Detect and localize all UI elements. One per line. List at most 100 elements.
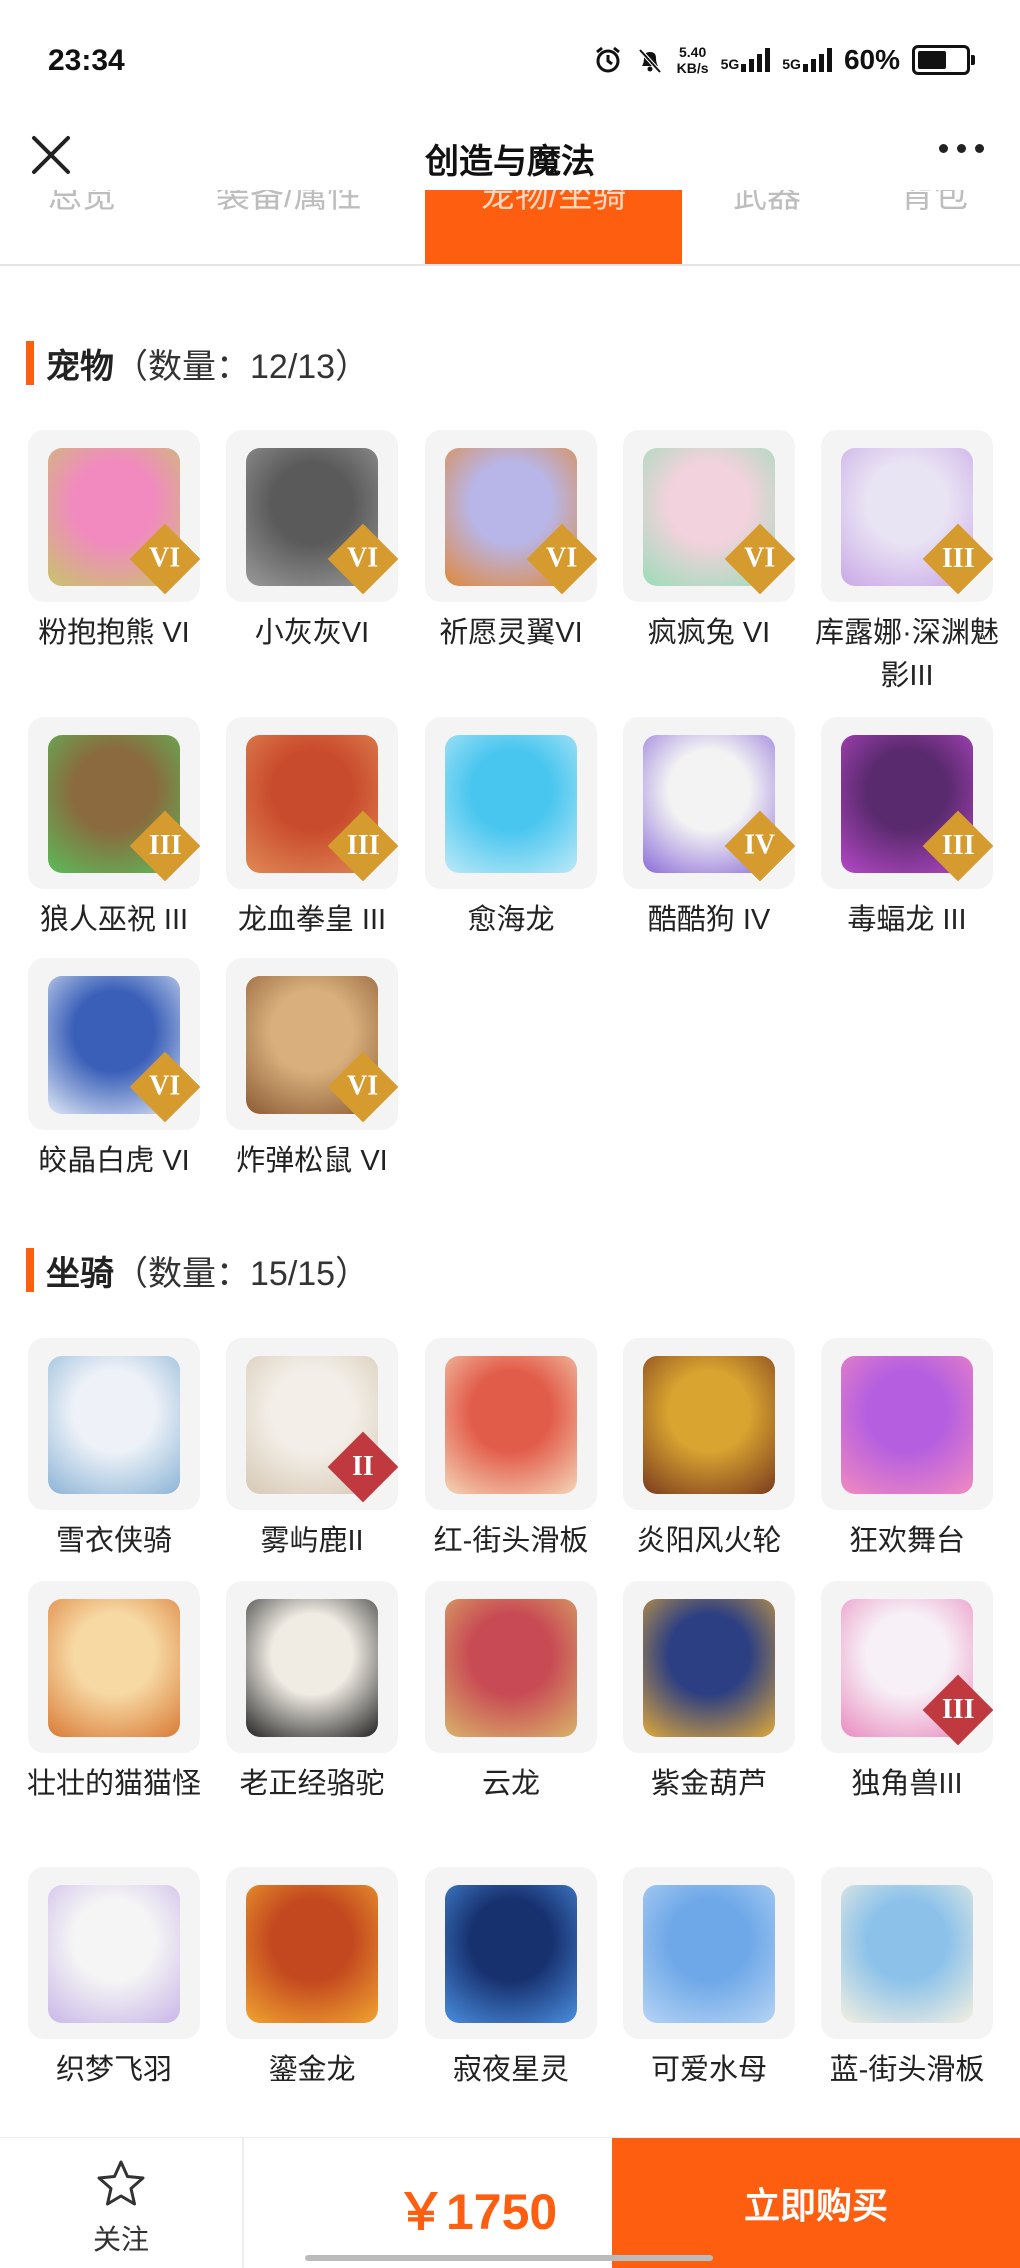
item-thumbnail	[28, 1581, 200, 1753]
item-thumbnail	[623, 1338, 795, 1510]
item-thumbnail	[28, 1867, 200, 2039]
tab-overview[interactable]: 总览	[48, 190, 116, 217]
tab-weapons[interactable]: 武器	[733, 190, 801, 217]
battery-icon	[912, 45, 975, 75]
pets-section-title: 宠物 （数量：12/13）	[26, 340, 369, 386]
item-label: 皎晶白虎 VI	[38, 1145, 190, 1177]
item-label: 云龙	[481, 1768, 540, 1800]
section-count: （数量：15/15）	[114, 1254, 370, 1293]
mute-bell-icon	[638, 48, 662, 74]
tier-badge-text: VI	[149, 1071, 181, 1102]
item-thumbnail	[821, 1338, 993, 1510]
status-bar: 23:34 5.40 KB/s 5G 5G 60%	[0, 0, 1020, 120]
buy-now-button[interactable]: 立即购买	[612, 2138, 1020, 2268]
star-icon	[97, 2160, 145, 2206]
bottom-action-bar: 关注 ￥1750 立即购买	[0, 2137, 1020, 2268]
item-label: 狂欢舞台	[848, 1525, 965, 1557]
item-thumbnail: VI	[226, 958, 398, 1130]
item-artwork	[445, 1356, 577, 1494]
item-label: 炎阳风火轮	[636, 1525, 782, 1557]
item-label: 炸弹松鼠 VI	[236, 1145, 388, 1177]
signal-bars-icon	[802, 48, 832, 72]
item-label: 壮壮的猫猫怪	[26, 1768, 201, 1800]
item-thumbnail	[821, 1867, 993, 2039]
item-label: 紫金葫芦	[650, 1768, 767, 1800]
more-options-icon[interactable]	[939, 144, 984, 153]
item-artwork	[246, 1885, 378, 2023]
item-label: 雪衣侠骑	[55, 1525, 172, 1557]
item-thumbnail: III	[821, 717, 993, 889]
follow-button[interactable]: 关注	[0, 2138, 244, 2268]
tab-strip: 总览 装备/属性 宠物/坐骑 武器 背包	[0, 190, 1020, 266]
item-label: 寂夜星灵	[452, 2054, 569, 2086]
item-label: 愈海龙	[467, 904, 555, 936]
item-thumbnail: VI	[623, 430, 795, 602]
item-thumbnail: III	[28, 717, 200, 889]
follow-label: 关注	[92, 2224, 149, 2255]
item-thumbnail	[28, 1338, 200, 1510]
item-artwork	[445, 1599, 577, 1737]
item-artwork	[841, 1885, 973, 2023]
tier-badge-text: III	[148, 829, 182, 861]
tier-badge-text: IV	[744, 830, 776, 861]
item-label: 织梦飞羽	[55, 2054, 172, 2086]
tier-badge-text: VI	[347, 1071, 379, 1102]
section-accent-bar	[26, 1248, 34, 1292]
tab-equipment[interactable]: 装备/属性	[216, 190, 361, 217]
signal-sim1: 5G	[721, 48, 771, 72]
tier-badge-text: VI	[546, 543, 578, 574]
tier-badge-text: III	[941, 1693, 975, 1725]
alarm-icon	[595, 46, 620, 73]
item-label: 粉抱抱熊 VI	[38, 617, 190, 649]
status-icons: 5.40 KB/s 5G 5G 60%	[593, 44, 975, 76]
item-label: 毒蝠龙 III	[847, 904, 967, 936]
tab-pets-mounts[interactable]: 宠物/坐骑	[425, 190, 682, 264]
item-label: 祈愿灵翼VI	[439, 617, 583, 649]
item-thumbnail: VI	[28, 958, 200, 1130]
tier-badge-text: VI	[744, 543, 776, 574]
item-label: 可爱水母	[650, 2054, 767, 2086]
item-label: 红-街头滑板	[433, 1525, 589, 1557]
item-label: 独角兽III	[851, 1768, 963, 1800]
section-accent-bar	[26, 341, 34, 385]
tier-badge-text: III	[941, 542, 975, 574]
item-artwork	[445, 735, 577, 873]
item-thumbnail	[623, 1867, 795, 2039]
battery-percent: 60%	[843, 44, 900, 75]
item-artwork	[643, 1356, 775, 1494]
item-thumbnail	[425, 717, 597, 889]
item-thumbnail	[425, 1867, 597, 2039]
price: ￥1750	[396, 2184, 558, 2240]
item-label: 鎏金龙	[268, 2054, 356, 2086]
item-thumbnail: III	[821, 1581, 993, 1753]
item-thumbnail	[425, 1581, 597, 1753]
section-name: 坐骑	[46, 1254, 114, 1293]
home-indicator	[305, 2255, 713, 2261]
nav-bar: 创造与魔法	[0, 120, 1020, 190]
item-thumbnail	[226, 1581, 398, 1753]
tier-badge-text: III	[346, 829, 380, 861]
item-artwork	[48, 1885, 180, 2023]
section-count: （数量：12/13）	[114, 347, 370, 386]
item-artwork	[643, 1599, 775, 1737]
signal-sim2: 5G	[782, 48, 832, 72]
item-thumbnail: III	[226, 717, 398, 889]
item-thumbnail: VI	[28, 430, 200, 602]
item-artwork	[841, 1356, 973, 1494]
item-label: 雾屿鹿II	[260, 1525, 364, 1557]
tab-backpack[interactable]: 背包	[900, 190, 968, 217]
item-label: 库露娜·深渊魅影III	[815, 617, 999, 692]
item-label: 老正经骆驼	[239, 1768, 385, 1800]
item-label: 小灰灰VI	[254, 617, 370, 649]
item-thumbnail	[623, 1581, 795, 1753]
item-thumbnail	[226, 1867, 398, 2039]
net-speed: 5.40 KB/s	[676, 44, 709, 76]
item-thumbnail	[425, 1338, 597, 1510]
tier-badge-text: III	[941, 829, 975, 861]
item-thumbnail: VI	[425, 430, 597, 602]
item-label: 狼人巫祝 III	[39, 904, 189, 936]
tier-badge-text: VI	[347, 543, 379, 574]
section-name: 宠物	[46, 347, 114, 386]
item-thumbnail: III	[821, 430, 993, 602]
item-artwork	[445, 1885, 577, 2023]
